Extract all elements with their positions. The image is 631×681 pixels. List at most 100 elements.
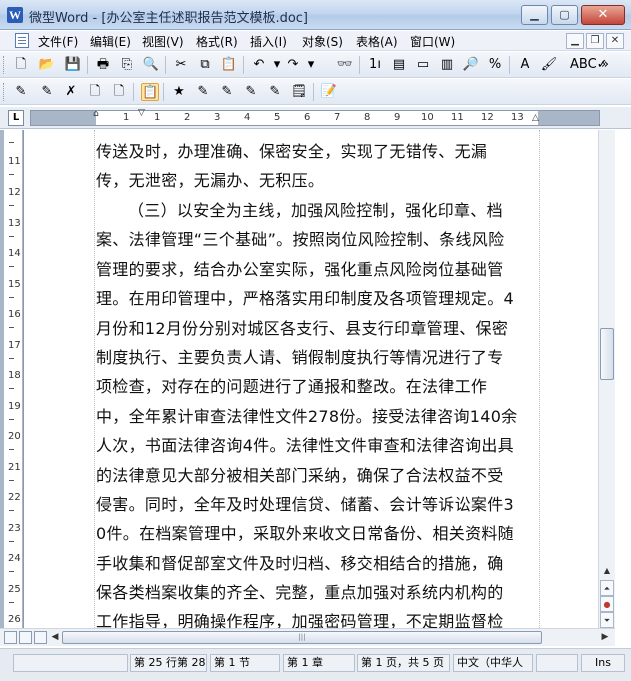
minimize-button[interactable]: ▁ [521,5,548,25]
right-indent-marker[interactable]: △ [532,113,539,123]
maximize-button[interactable]: ▢ [551,5,578,25]
close-button[interactable]: ✕ [581,5,625,25]
doc-minimize-button[interactable]: ▁ [566,33,584,49]
page-setup-icon[interactable]: 🗋 [86,83,104,101]
document-line[interactable]: 管理的要求，结合办公室实际，强化重点风险岗位基础管 [96,260,541,280]
status-page: 第 1 页，共 5 页 [357,654,450,672]
doc-close-button[interactable]: ✕ [606,33,624,49]
previous-page-icon[interactable]: ⏶ [600,580,614,596]
document-line[interactable]: 的法律意见大部分被相关部门采纳，确保了合法权益不受 [96,466,541,486]
undo-icon[interactable]: ↶ [250,56,268,74]
print-icon[interactable]: 🖶 [94,56,112,74]
page-number-icon[interactable]: 1ı [366,56,384,74]
horizontal-ruler[interactable]: ⌂ 1 ▽ 1 2 3 4 5 6 7 8 9 10 11 12 13 △ [30,108,600,126]
redo-dropdown-icon[interactable]: ▾ [302,56,320,74]
status-insert-mode[interactable]: Ins [581,654,625,672]
columns-icon[interactable]: ▥ [438,56,456,74]
cut-icon[interactable]: ✂ [172,56,190,74]
edit-icon[interactable]: ✎ [38,83,56,101]
menu-window[interactable]: 窗口(W) [410,33,455,50]
menu-insert[interactable]: 插入(I) [250,33,287,50]
spellcheck-icon[interactable]: ABC✓ [570,56,608,74]
vruler-tick [9,297,14,298]
vruler-tick [9,236,14,237]
comment-icon[interactable]: ✎ [266,83,284,101]
bookmark-icon[interactable]: ★ [170,83,188,101]
redo-icon[interactable]: ↷ [284,56,302,74]
notes-icon[interactable]: 🗒 [290,83,308,101]
more-icon[interactable]: » [596,56,614,74]
scroll-right-arrow-icon[interactable]: ▶ [598,630,612,645]
document-line[interactable]: （三）以安全为主线，加强风险控制，强化印章、档 [96,201,541,221]
document-line[interactable]: 保各类档案收集的齐全、完整，重点加强对系统内机构的 [96,583,541,603]
scroll-left-arrow-icon[interactable]: ◀ [48,630,62,645]
style-icon[interactable]: 📋 [141,83,159,101]
template-icon[interactable]: 🗋 [110,83,128,101]
scroll-up-arrow-icon[interactable]: ▲ [600,563,614,579]
paste-icon[interactable]: 📋 [220,56,238,74]
toolbar-separator [165,56,166,74]
next-page-icon[interactable]: ⏷ [600,612,614,628]
text-box-icon[interactable]: ▭ [414,56,432,74]
find-icon[interactable]: 👓 [336,56,354,74]
document-line[interactable]: 理。在用印管理中，严格落实用印制度及各项管理规定。4 [96,289,541,309]
web-view-icon[interactable] [19,631,32,644]
doc-restore-button[interactable]: ❐ [586,33,604,49]
vertical-scroll-thumb[interactable] [600,328,614,380]
copy-icon[interactable]: ⧉ [196,56,214,74]
document-line[interactable]: 项检查，对存在的问题进行了通报和整改。在法律工作 [96,377,541,397]
document-line[interactable]: 工作指导，明确操作程序，加强密码管理，不定期监督检 [96,612,541,628]
document-line[interactable]: 案、法律管理“三个基础”。按照岗位风险控制、条线风险 [96,230,541,250]
document-line[interactable]: 传，无泄密，无漏办、无积压。 [96,171,541,191]
track-changes-icon[interactable]: ✎ [194,83,212,101]
left-indent-marker[interactable]: ⌂ [93,109,99,119]
accept-change-icon[interactable]: ✎ [218,83,236,101]
new-icon[interactable]: 🗋 [12,56,30,74]
menu-table[interactable]: 表格(A) [356,33,398,50]
document-line[interactable]: 手收集和督促部室文件及时归档、移交相结合的措施，确 [96,554,541,574]
vertical-ruler[interactable]: 11 12 13 14 15 16 17 18 19 20 21 22 23 2… [0,130,24,628]
menu-edit[interactable]: 编辑(E) [90,33,131,50]
menu-file[interactable]: 文件(F) [38,33,78,50]
document-icon[interactable] [15,33,29,48]
print-preview-icon[interactable]: 🔍 [142,56,160,74]
tab-stop-selector[interactable]: L [8,110,24,126]
menu-view[interactable]: 视图(V) [142,33,184,50]
toolbar-grip[interactable] [3,56,6,74]
special-chars-icon[interactable]: % [486,56,504,74]
open-icon[interactable]: 📂 [38,56,56,74]
document-line[interactable]: 传送及时，办理准确、保密安全，实现了无错传、无漏 [96,142,541,162]
menu-format[interactable]: 格式(R) [196,33,238,50]
normal-view-icon[interactable] [4,631,17,644]
word-app-icon[interactable]: W [7,7,23,23]
save-icon[interactable]: 💾 [64,56,82,74]
delete-icon[interactable]: ✗ [62,83,80,101]
ruler-bar: L ⌂ 1 ▽ 1 2 3 4 5 6 7 8 9 10 11 12 13 △ [0,107,631,129]
zoom-icon[interactable]: 🔎 [462,56,480,74]
toolbar-separator [133,83,134,101]
print-view-icon[interactable] [34,631,47,644]
document-line[interactable]: 侵害。同时，全年及时处理信贷、储蓄、会计等诉讼案件3 [96,495,541,515]
document-line[interactable]: 0件。在档案管理中，采取外来收文日常备份、相关资料随 [96,524,541,544]
font-color-icon[interactable]: A [516,56,534,74]
format-painter-icon[interactable]: 🖌 [540,56,558,74]
horizontal-scrollbar[interactable]: ◀ ||| ▶ [0,628,615,646]
browse-object-icon[interactable]: ● [600,596,614,612]
horizontal-scroll-thumb[interactable]: ||| [62,631,542,644]
review-icon[interactable]: 📝 [320,83,338,101]
first-line-indent-marker[interactable]: ▽ [138,108,145,118]
highlight-icon[interactable]: ✎ [12,83,30,101]
document-line[interactable]: 月份和12月份分别对城区各支行、县支行印章管理、保密 [96,319,541,339]
vruler-number: 25 [8,584,21,595]
vertical-scrollbar[interactable]: ▲ ⏶ ● ⏷ [598,130,615,628]
toolbar-grip[interactable] [3,83,6,101]
ruler-number: 11 [451,112,464,123]
document-line[interactable]: 人次，书面法律咨询4件。法律性文件审查和法律咨询出具 [96,436,541,456]
document-page[interactable]: 传送及时，办理准确、保密安全，实现了无错传、无漏 传，无泄密，无漏办、无积压。 … [25,130,598,628]
pdf-icon[interactable]: ⎘ [118,56,136,74]
insert-table-icon[interactable]: ▤ [390,56,408,74]
document-line[interactable]: 中，全年累计审查法律性文件278份。接受法律咨询140余 [96,407,541,427]
menu-object[interactable]: 对象(S) [302,33,343,50]
document-line[interactable]: 制度执行、主要负责人请、销假制度执行等情况进行了专 [96,348,541,368]
reject-change-icon[interactable]: ✎ [242,83,260,101]
